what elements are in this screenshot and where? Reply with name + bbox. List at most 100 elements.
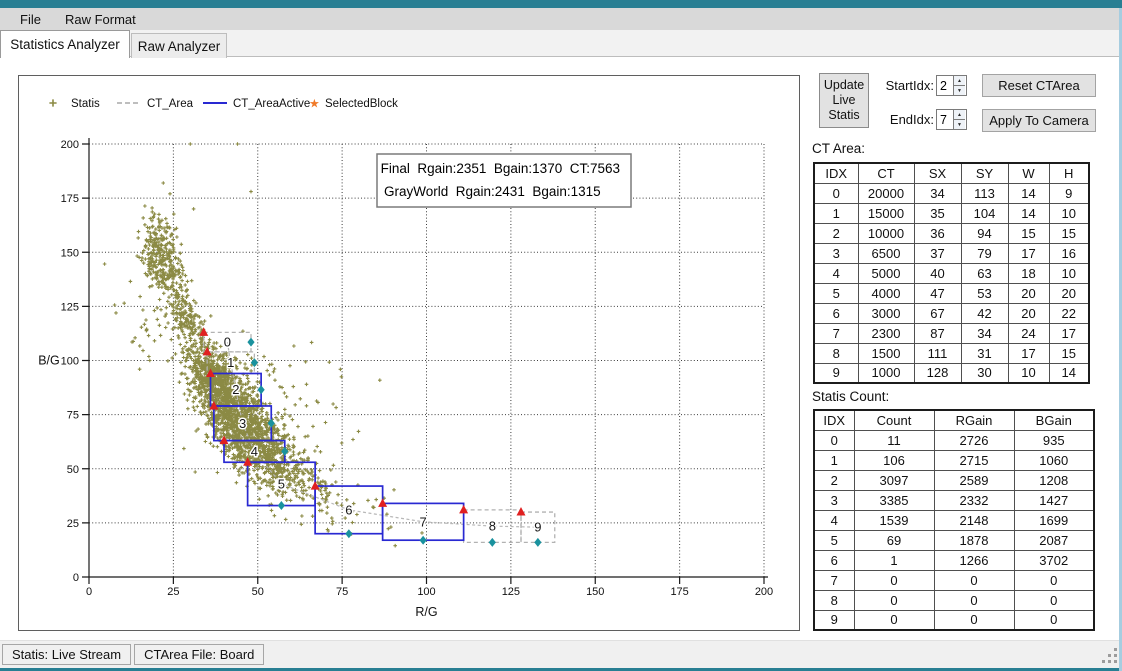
table-cell[interactable]: 63	[961, 263, 1008, 283]
table-cell[interactable]: 1	[814, 203, 858, 223]
table-cell[interactable]: 6	[814, 303, 858, 323]
table-cell[interactable]: 4000	[858, 283, 914, 303]
table-cell[interactable]: 9	[1049, 183, 1089, 203]
table-cell: 0	[1014, 570, 1094, 590]
table-cell[interactable]: 20	[1049, 283, 1089, 303]
table-row[interactable]: 4500040631810	[814, 263, 1089, 283]
rg-bg-scatter-chart[interactable]: 0123456789Final Rgain:2351 Bgain:1370 CT…	[19, 76, 799, 630]
menu-item-file[interactable]: File	[8, 8, 53, 30]
table-cell: 6	[814, 550, 854, 570]
status-ctarea-file: CTArea File: Board	[134, 644, 264, 665]
column-header: H	[1049, 163, 1089, 183]
startidx-input[interactable]	[937, 76, 953, 95]
startidx-up-button[interactable]: ▲	[954, 76, 965, 86]
update-live-statis-button[interactable]: Update Live Statis	[819, 73, 869, 128]
table-cell[interactable]: 22	[1049, 303, 1089, 323]
endidx-input[interactable]	[937, 110, 953, 129]
endidx-up-button[interactable]: ▲	[954, 110, 965, 120]
table-cell[interactable]: 53	[961, 283, 1008, 303]
endidx-stepper[interactable]: ▲ ▼	[936, 109, 967, 130]
table-cell[interactable]: 10000	[858, 223, 914, 243]
table-row[interactable]: 81500111311715	[814, 343, 1089, 363]
statistics-chart-panel[interactable]: 0123456789Final Rgain:2351 Bgain:1370 CT…	[18, 75, 800, 631]
table-row[interactable]: 02000034113149	[814, 183, 1089, 203]
table-cell[interactable]: 35	[914, 203, 961, 223]
table-cell[interactable]: 37	[914, 243, 961, 263]
table-cell[interactable]: 7	[814, 323, 858, 343]
table-cell[interactable]: 20	[1008, 283, 1049, 303]
table-cell[interactable]: 40	[914, 263, 961, 283]
table-cell[interactable]: 2300	[858, 323, 914, 343]
table-cell[interactable]: 17	[1008, 343, 1049, 363]
table-cell[interactable]: 42	[961, 303, 1008, 323]
menu-item-raw-format[interactable]: Raw Format	[53, 8, 148, 30]
table-cell[interactable]: 111	[914, 343, 961, 363]
table-cell[interactable]: 14	[1008, 183, 1049, 203]
table-cell[interactable]: 15000	[858, 203, 914, 223]
table-cell[interactable]: 5000	[858, 263, 914, 283]
table-cell[interactable]: 47	[914, 283, 961, 303]
table-cell[interactable]: 9	[814, 363, 858, 383]
table-cell[interactable]: 14	[1008, 203, 1049, 223]
table-cell[interactable]: 3	[814, 243, 858, 263]
startidx-stepper[interactable]: ▲ ▼	[936, 75, 967, 96]
table-cell[interactable]: 67	[914, 303, 961, 323]
table-cell[interactable]: 15	[1049, 223, 1089, 243]
tab-statistics-analyzer[interactable]: Statistics Analyzer	[0, 30, 130, 58]
tab-raw-analyzer[interactable]: Raw Analyzer	[131, 33, 227, 58]
table-cell: 3385	[854, 490, 934, 510]
table-cell[interactable]: 113	[961, 183, 1008, 203]
table-cell[interactable]: 36	[914, 223, 961, 243]
y-tick-label: 175	[61, 193, 79, 205]
table-cell[interactable]: 10	[1049, 203, 1089, 223]
table-row[interactable]: 5400047532020	[814, 283, 1089, 303]
table-cell[interactable]: 10	[1049, 263, 1089, 283]
table-cell[interactable]: 14	[1049, 363, 1089, 383]
table-cell[interactable]: 104	[961, 203, 1008, 223]
table-cell[interactable]: 10	[1008, 363, 1049, 383]
table-row[interactable]: 7230087342417	[814, 323, 1089, 343]
resize-grip[interactable]	[1102, 648, 1105, 651]
table-cell[interactable]: 31	[961, 343, 1008, 363]
table-cell[interactable]: 0	[814, 183, 858, 203]
x-tick-label: 125	[502, 586, 520, 598]
table-cell[interactable]: 79	[961, 243, 1008, 263]
table-cell[interactable]: 15	[1008, 223, 1049, 243]
table-cell[interactable]: 4	[814, 263, 858, 283]
startidx-down-button[interactable]: ▼	[954, 86, 965, 95]
table-cell[interactable]: 20000	[858, 183, 914, 203]
x-tick-label: 75	[336, 586, 348, 598]
table-cell[interactable]: 15	[1049, 343, 1089, 363]
table-cell[interactable]: 5	[814, 283, 858, 303]
table-cell[interactable]: 34	[914, 183, 961, 203]
table-cell[interactable]: 17	[1049, 323, 1089, 343]
table-cell[interactable]: 8	[814, 343, 858, 363]
table-row[interactable]: 115000351041410	[814, 203, 1089, 223]
table-cell[interactable]: 87	[914, 323, 961, 343]
table-cell[interactable]: 30	[961, 363, 1008, 383]
table-cell[interactable]: 2	[814, 223, 858, 243]
table-cell[interactable]: 1500	[858, 343, 914, 363]
table-cell[interactable]: 128	[914, 363, 961, 383]
table-row[interactable]: 21000036941515	[814, 223, 1089, 243]
table-cell[interactable]: 24	[1008, 323, 1049, 343]
table-cell: 1699	[1014, 510, 1094, 530]
table-cell: 0	[854, 590, 934, 610]
table-row[interactable]: 91000128301014	[814, 363, 1089, 383]
table-cell[interactable]: 1000	[858, 363, 914, 383]
table-cell: 2715	[934, 450, 1014, 470]
table-cell[interactable]: 17	[1008, 243, 1049, 263]
endidx-down-button[interactable]: ▼	[954, 120, 965, 129]
table-cell[interactable]: 18	[1008, 263, 1049, 283]
table-cell[interactable]: 6500	[858, 243, 914, 263]
table-row[interactable]: 6300067422022	[814, 303, 1089, 323]
table-cell[interactable]: 20	[1008, 303, 1049, 323]
table-cell[interactable]: 94	[961, 223, 1008, 243]
table-row[interactable]: 3650037791716	[814, 243, 1089, 263]
reset-ctarea-button[interactable]: Reset CTArea	[982, 74, 1096, 97]
table-cell[interactable]: 16	[1049, 243, 1089, 263]
table-cell[interactable]: 34	[961, 323, 1008, 343]
apply-to-camera-button[interactable]: Apply To Camera	[982, 109, 1096, 132]
plot-area[interactable]	[89, 144, 764, 577]
table-cell[interactable]: 3000	[858, 303, 914, 323]
